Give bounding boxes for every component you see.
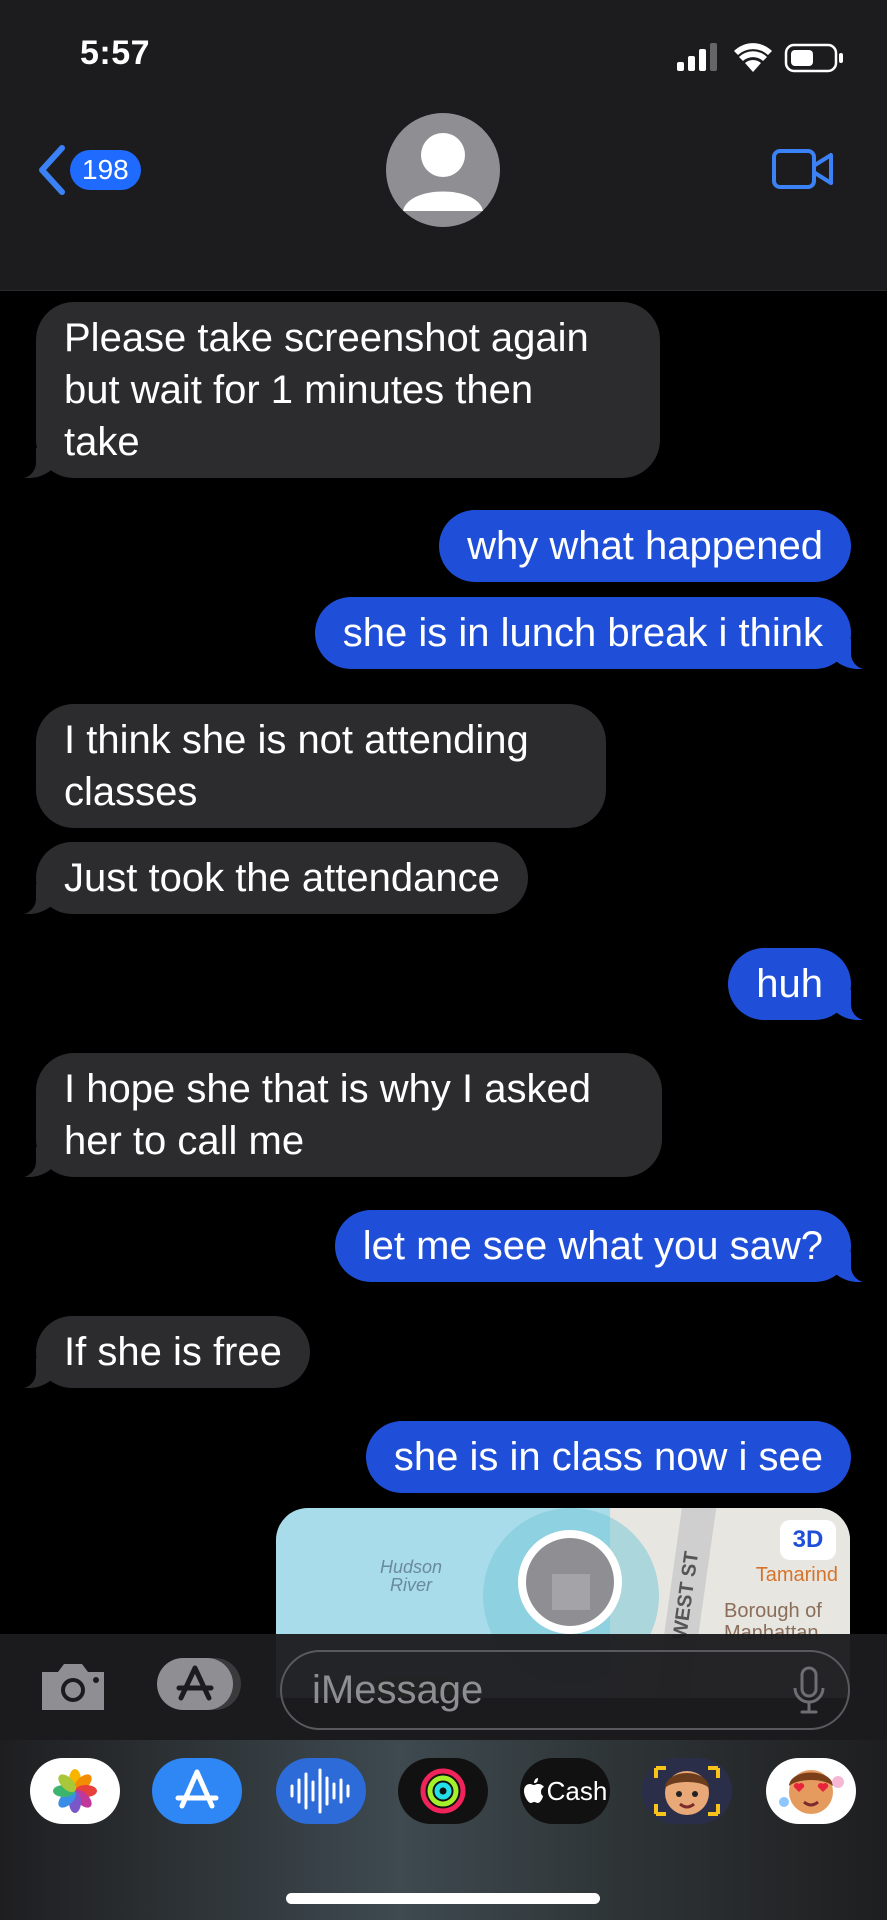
incoming-message[interactable]: Just took the attendance <box>14 842 528 915</box>
outgoing-message[interactable]: she is in class now i see <box>365 1421 851 1493</box>
battery-icon <box>784 43 843 73</box>
microphone-icon[interactable] <box>792 1666 826 1716</box>
app-store-icon[interactable] <box>152 1758 242 1824</box>
chevron-left-icon <box>39 145 65 195</box>
incoming-message[interactable]: I hope she that is why I asked her to ca… <box>14 1053 662 1178</box>
imessage-placeholder: iMessage <box>312 1668 484 1712</box>
incoming-message[interactable]: If she is free <box>14 1316 310 1389</box>
incoming-message[interactable]: Please take screenshot again but wait fo… <box>14 302 660 479</box>
photos-icon[interactable] <box>30 1758 120 1824</box>
apple-cash-icon[interactable]: Cash <box>520 1758 610 1824</box>
outgoing-message[interactable]: she is in lunch break i think <box>314 597 874 670</box>
memoji-stickers-icon[interactable] <box>766 1758 856 1824</box>
memoji-icon[interactable] <box>642 1758 732 1824</box>
activity-icon[interactable] <box>398 1758 488 1824</box>
cash-label: Cash <box>546 1775 608 1806</box>
unread-count-badge: 198 <box>70 150 141 190</box>
home-indicator[interactable] <box>286 1893 600 1904</box>
imessage-input[interactable]: iMessage <box>280 1650 850 1730</box>
outgoing-message[interactable]: let me see what you saw? <box>334 1210 874 1283</box>
camera-icon[interactable] <box>38 1658 108 1714</box>
person-icon <box>403 133 483 211</box>
video-call-icon[interactable] <box>771 145 835 193</box>
app-store-apps-icon[interactable] <box>155 1654 243 1714</box>
wifi-icon <box>734 43 772 72</box>
audio-message-icon[interactable] <box>276 1758 366 1824</box>
incoming-message[interactable]: I think she is not attending classes <box>36 704 606 828</box>
map-3d-badge[interactable]: 3D <box>780 1520 836 1560</box>
contact-avatar[interactable] <box>386 113 500 227</box>
apple-logo-icon <box>523 1778 544 1803</box>
map-pin-avatar-shape <box>552 1574 590 1610</box>
outgoing-message[interactable]: why what happened <box>439 510 851 582</box>
status-time: 5:57 <box>80 34 151 72</box>
conversation-header: 5:57 198 <box>0 0 887 291</box>
compose-bar: iMessage <box>0 1634 887 1740</box>
outgoing-message[interactable]: huh <box>728 948 873 1021</box>
signal-icon <box>677 43 717 71</box>
status-icons <box>677 43 843 73</box>
map-river-label: Hudson River <box>380 1557 443 1595</box>
map-poi-label: Tamarind <box>755 1564 838 1586</box>
back-button[interactable]: 198 <box>36 140 146 200</box>
